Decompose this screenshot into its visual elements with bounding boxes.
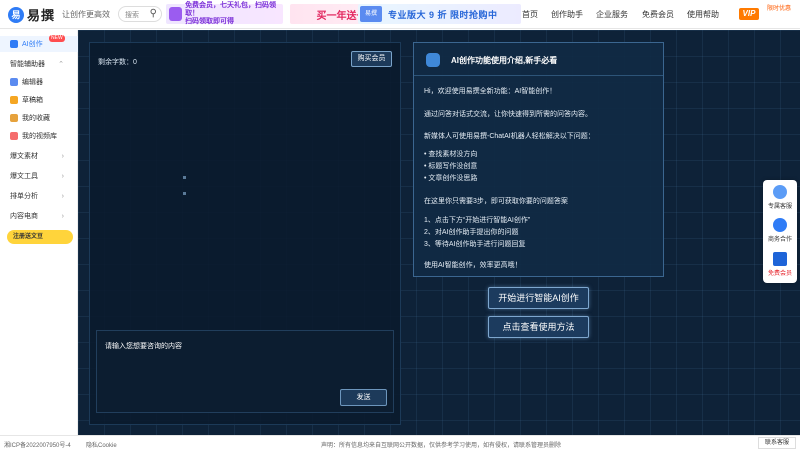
top-bar: 易 易撰 让创作更高效 搜索 ⚲ 免费会员，七天礼包，扫码领取！ 扫码领取即可得… [0, 0, 800, 29]
nav-help[interactable]: 使用帮助 [687, 9, 719, 20]
sidebar-item-label: 内容电商 [10, 213, 38, 220]
nav-home[interactable]: 首页 [522, 9, 538, 20]
sidebar-item-editor[interactable]: 编辑器 [0, 74, 78, 90]
headset-icon [773, 185, 787, 199]
search-icon[interactable]: ⚲ [150, 8, 157, 19]
video-icon [10, 132, 18, 140]
float-label: 商务合作 [767, 237, 792, 243]
search-placeholder: 搜索 [125, 12, 139, 19]
promo-banner-pro[interactable]: 易撰 专业版大 9 折 限时抢购中 [358, 4, 521, 24]
intro-line: 3、等待AI创作助手进行问题回复 [424, 241, 526, 248]
start-ai-create-button[interactable]: 开始进行智能AI创作 [488, 287, 589, 309]
intro-panel: AI创作功能使用介绍,新手必看 Hi，欢迎使用易撰全新功能：AI智能创作！ 通过… [413, 42, 664, 277]
logo-mark-icon: 易 [8, 6, 24, 23]
sidebar-promo-banner[interactable]: 注册送文豆 [7, 230, 73, 244]
search-input[interactable]: 搜索 ⚲ [118, 6, 162, 22]
contact-support-button[interactable]: 联系客服 [758, 437, 796, 449]
intro-line: 使用AI智能创作，效率更高哦！ [424, 262, 522, 269]
sidebar-item-label: 我的视频库 [22, 133, 57, 140]
promo-banner-gift[interactable]: 免费会员，七天礼包，扫码领取！ 扫码领取即可得 [166, 2, 283, 25]
sidebar-item-favorites[interactable]: 我的收藏 [0, 110, 78, 126]
intro-line: 2、对AI创作助手提出你的问题 [424, 229, 519, 236]
star-icon [10, 114, 18, 122]
nav-assistant[interactable]: 创作助手 [551, 9, 583, 20]
send-button[interactable]: 发送 [340, 389, 387, 406]
sidebar-item-label: 智能辅助器 [10, 61, 45, 68]
sidebar-item-label: 爆文工具 [10, 173, 38, 180]
sidebar-item-hot-tools[interactable]: 爆文工具 › [0, 168, 78, 184]
footer: 湘ICP备2022007950号-4 隐私Cookie 声明：所有信息均来自互联… [0, 435, 800, 450]
buy-membership-button[interactable]: 购买会员 [351, 51, 392, 67]
editor-icon [10, 78, 18, 86]
remaining-label: 剩余字数： [98, 59, 133, 66]
business-cooperation[interactable]: 商务合作 [763, 218, 797, 243]
sidebar-item-label: 草稿箱 [22, 97, 43, 104]
customer-service[interactable]: 专属客服 [763, 185, 797, 210]
logo[interactable]: 易 易撰 [8, 5, 55, 24]
gift-icon [169, 7, 183, 21]
new-badge: NEW [49, 35, 65, 42]
loading-dot [183, 176, 186, 179]
chat-panel: 剩余字数：0 购买会员 请输入您想要咨询的内容 发送 [89, 42, 401, 425]
intro-line: 在这里你只需要3步，即可获取你要的问题答案 [424, 198, 568, 205]
sidebar-item-analysis[interactable]: 排单分析 › [0, 188, 78, 204]
intro-line: Hi，欢迎使用易撰全新功能：AI智能创作！ [424, 88, 557, 95]
nav-enterprise[interactable]: 企业服务 [596, 9, 628, 20]
intro-header: AI创作功能使用介绍,新手必看 [414, 43, 663, 76]
intro-line: • 文章创作没思路 [424, 175, 478, 182]
chevron-right-icon: › [61, 152, 64, 160]
chevron-right-icon: › [61, 192, 64, 200]
sidebar-item-smart-assist[interactable]: 智能辅助器 ⌃ [0, 56, 78, 72]
handshake-icon [773, 218, 787, 232]
draft-icon [10, 96, 18, 104]
remaining-words: 剩余字数：0 [98, 57, 137, 67]
promo-corner[interactable]: 限时优惠 [763, 4, 795, 24]
remaining-value: 0 [133, 59, 137, 66]
sidebar-item-drafts[interactable]: 草稿箱 [0, 92, 78, 108]
float-label: 免费会员 [767, 271, 792, 277]
banner3-text: 专业版大 9 折 限时抢购中 [388, 9, 498, 20]
loading-dot [183, 192, 186, 195]
floating-toolbar: 专属客服 商务合作 免费会员 [763, 180, 797, 283]
nav-free-member[interactable]: 免费会员 [642, 9, 674, 20]
intro-line: 新媒体人可使用易撰-ChatAI机器人轻松解决以下问题： [424, 133, 595, 140]
crown-icon [773, 252, 787, 266]
sidebar-item-label: 编辑器 [22, 79, 43, 86]
sidebar-item-label: 我的收藏 [22, 115, 50, 122]
sidebar-item-hot-material[interactable]: 爆文素材 › [0, 148, 78, 164]
sidebar-item-ecommerce[interactable]: 内容电商 › [0, 208, 78, 224]
free-membership[interactable]: 免费会员 [763, 252, 797, 277]
sidebar: AI创作 NEW 智能辅助器 ⌃ 编辑器 草稿箱 我的收藏 我的视频库 爆文素材… [0, 30, 78, 435]
intro-line: 1、点击下方“开始进行智能AI创作” [424, 217, 531, 224]
banner3-logo: 易撰 [360, 6, 382, 22]
disclaimer: 声明：所有信息均来自互联网公开数据，仅供参考学习使用，如有侵权，请联系管理员删除 [321, 443, 562, 449]
chevron-right-icon: › [61, 172, 64, 180]
icp-number[interactable]: 湘ICP备2022007950号-4 [4, 440, 71, 449]
banner1-line2: 扫码领取即可得 [185, 18, 235, 25]
banner1-line1: 免费会员，七天礼包，扫码领取！ [185, 2, 277, 17]
intro-line: • 查找素材没方向 [424, 151, 478, 158]
robot-icon [426, 53, 440, 67]
question-placeholder: 请输入您想要咨询的内容 [105, 343, 182, 350]
vip-badge[interactable]: VIP [739, 8, 759, 20]
sidebar-item-label: 爆文素材 [10, 153, 38, 160]
sidebar-item-label: AI创作 [22, 41, 43, 48]
intro-line: 通过问答对话式交流，让你快速得到所需的问答内容。 [424, 111, 592, 118]
sidebar-item-ai-create[interactable]: AI创作 NEW [0, 35, 78, 52]
ai-icon [10, 40, 18, 48]
cookie-link[interactable]: 隐私Cookie [86, 440, 117, 449]
sidebar-item-videos[interactable]: 我的视频库 [0, 128, 78, 144]
question-input[interactable]: 请输入您想要咨询的内容 发送 [96, 330, 394, 413]
sidebar-item-label: 排单分析 [10, 193, 38, 200]
tagline: 让创作更高效 [62, 10, 110, 19]
logo-text: 易撰 [27, 8, 56, 23]
chevron-up-icon: ⌃ [58, 61, 64, 68]
view-usage-button[interactable]: 点击查看使用方法 [488, 316, 589, 338]
intro-title: AI创作功能使用介绍,新手必看 [451, 56, 558, 65]
intro-line: • 标题写作没创意 [424, 163, 478, 170]
chevron-right-icon: › [61, 212, 64, 220]
float-label: 专属客服 [767, 204, 792, 210]
